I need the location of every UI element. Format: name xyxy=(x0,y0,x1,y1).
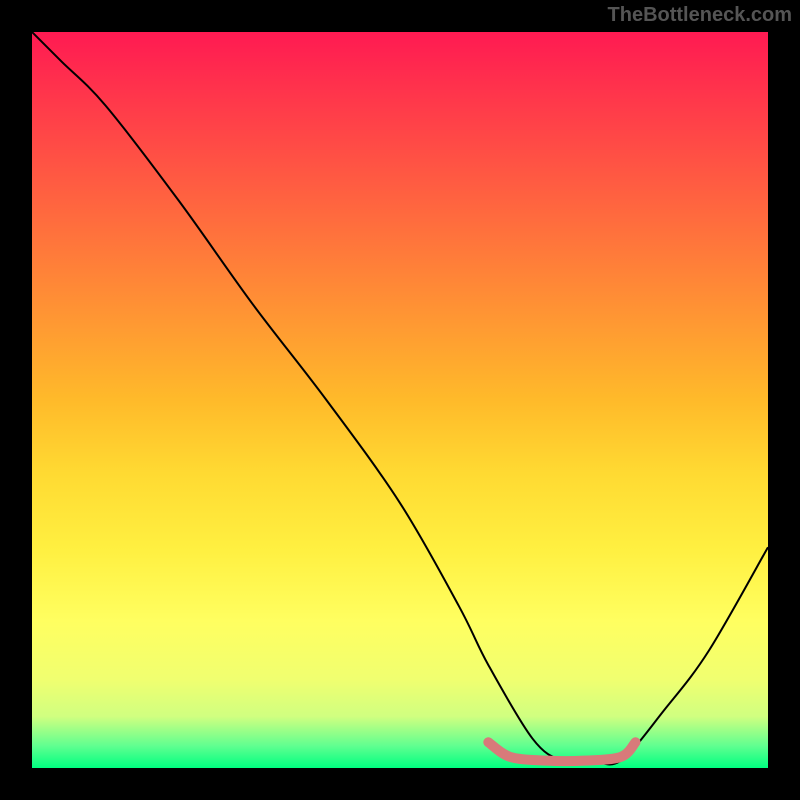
watermark-text: TheBottleneck.com xyxy=(608,4,792,27)
plot-area xyxy=(32,32,768,768)
bottleneck-curve xyxy=(32,32,768,764)
curve-svg xyxy=(32,32,768,768)
optimal-highlight xyxy=(488,742,635,761)
